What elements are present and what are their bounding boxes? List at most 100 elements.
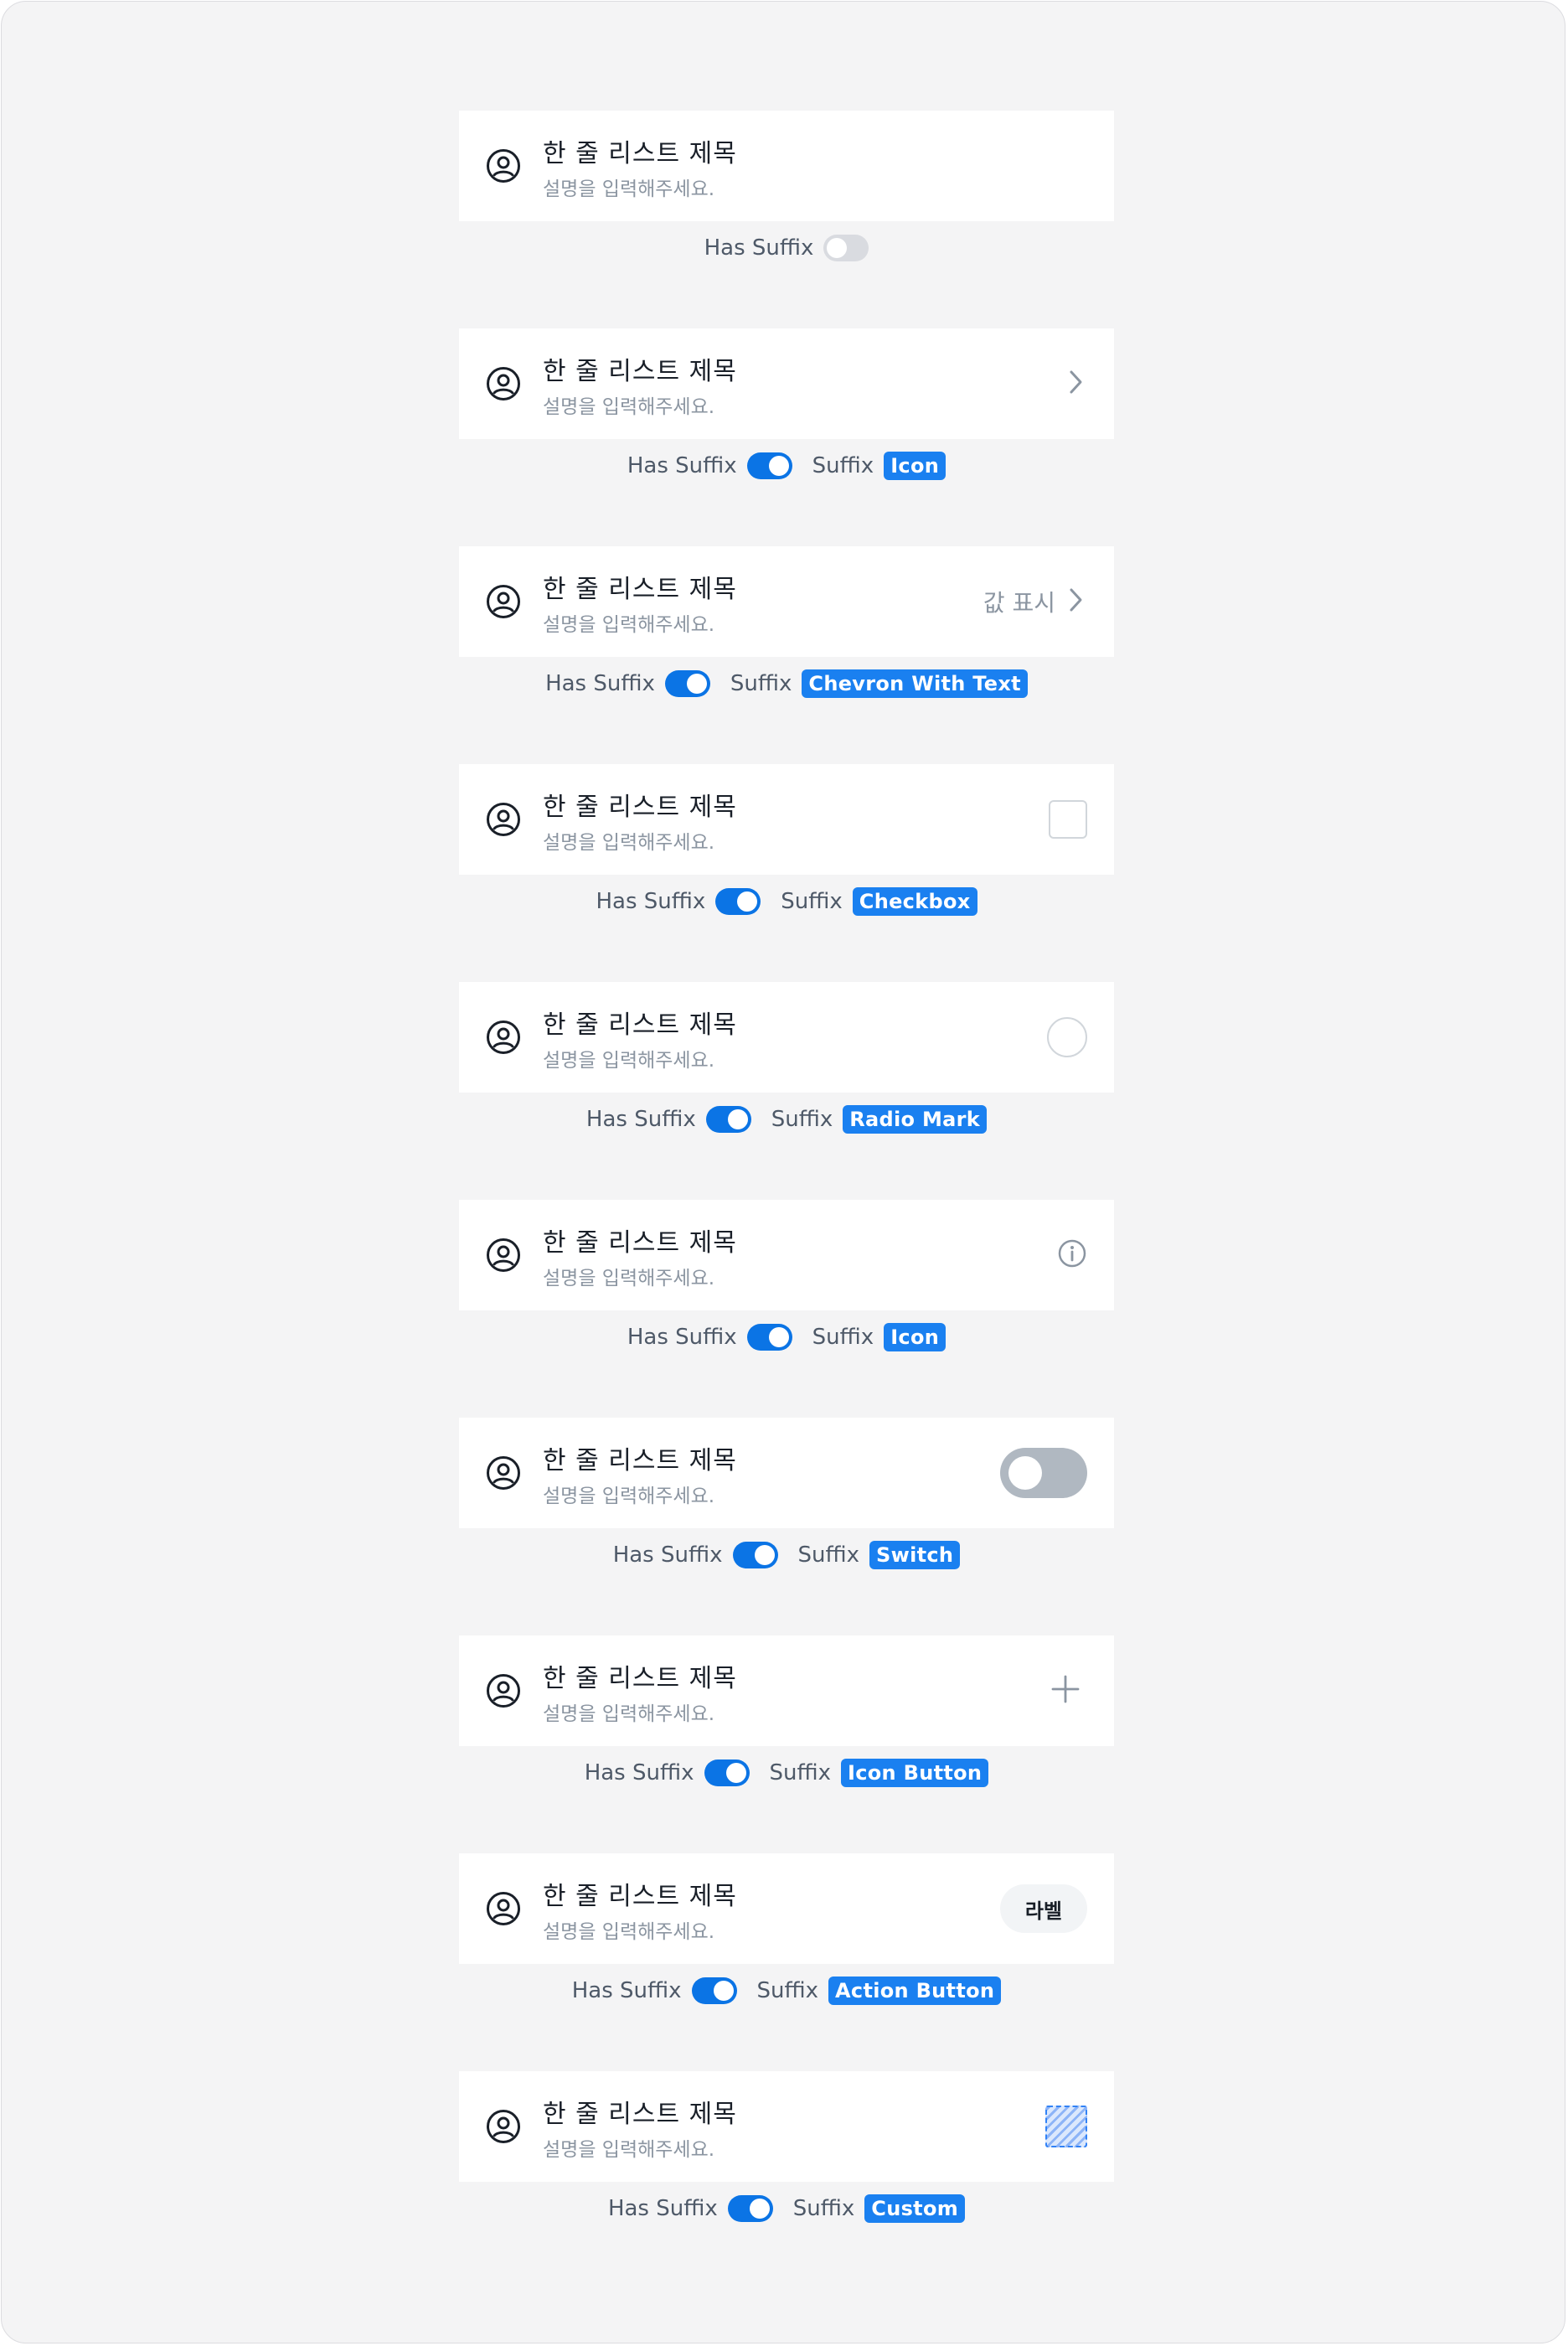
has-suffix-toggle[interactable] [664,670,710,697]
custom-suffix-placeholder [1045,2106,1087,2147]
list-item[interactable]: 한 줄 리스트 제목 설명을 입력해주세요. [459,2071,1114,2182]
list-item-example: 한 줄 리스트 제목 설명을 입력해주세요. Has Suffix Suffix Rad… [459,982,1114,1134]
list-item-example: 한 줄 리스트 제목 설명을 입력해주세요. 라벨 Has Suffix Suffix A… [459,1853,1114,2005]
list-item-title: 한 줄 리스트 제목 [543,793,737,822]
list-item-title: 한 줄 리스트 제목 [543,1228,737,1258]
suffix-label: Suffix [730,671,792,696]
suffix-checkbox[interactable] [1049,800,1087,839]
suffix-controls: Has Suffix Suffix Checkbox [459,878,1114,925]
has-suffix-toggle[interactable] [727,2195,773,2222]
has-suffix-toggle[interactable] [732,1542,778,1568]
list-item-description: 설명을 입력해주세요. [543,1268,715,1289]
toggle-knob [686,674,707,694]
info-icon[interactable] [1057,1238,1087,1272]
list-item-suffix [1045,2071,1087,2182]
toggle-knob [768,1327,789,1347]
list-item-suffix: 값 표시 [983,546,1087,657]
has-suffix-toggle[interactable] [705,1106,751,1133]
list-item[interactable]: 한 줄 리스트 제목설명을 입력해주세요. [459,764,1114,875]
suffix-label: Suffix [797,1542,860,1568]
list-item-example: 한 줄 리스트 제목 설명을 입력해주세요. Has Suffix Suffix Ico… [459,1635,1114,1787]
has-suffix-toggle[interactable] [715,888,761,915]
suffix-type-badge[interactable]: Chevron With Text [802,669,1028,698]
list-item-showcase: 한 줄 리스트 제목 설명을 입력해주세요. Has Suffix 한 줄 리스트 제… [2,2,1565,2343]
has-suffix-label: Has Suffix [545,671,655,696]
list-item-example: 한 줄 리스트 제목설명을 입력해주세요. Has Suffix Suffix Che… [459,764,1114,916]
list-item-suffix [1049,764,1087,875]
list-item[interactable]: 한 줄 리스트 제목 설명을 입력해주세요. 라벨 [459,1853,1114,1964]
suffix-type-badge[interactable]: Switch [869,1541,961,1569]
suffix-type-badge[interactable]: Checkbox [852,887,977,916]
user-circle-icon [486,2109,521,2144]
list-item-title: 한 줄 리스트 제목 [543,1664,737,1693]
list-item-title: 한 줄 리스트 제목 [543,575,737,604]
suffix-controls: Has Suffix Suffix Action Button [459,1967,1114,2014]
canvas-frame: 한 줄 리스트 제목 설명을 입력해주세요. Has Suffix 한 줄 리스트 제… [1,1,1565,2343]
list-item-description: 설명을 입력해주세요. [543,832,715,854]
suffix-controls: Has Suffix Suffix Switch [459,1532,1114,1579]
suffix-label: Suffix [771,1107,833,1132]
list-item-example: 한 줄 리스트 제목 설명을 입력해주세요. Has Suffix Suffix Swi… [459,1418,1114,1569]
suffix-type-badge[interactable]: Radio Mark [843,1105,988,1134]
toggle-knob [749,2199,770,2219]
list-item-suffix [1057,1200,1087,1310]
has-suffix-toggle[interactable] [746,1324,792,1351]
user-circle-icon [486,584,521,619]
user-circle-icon [486,1891,521,1926]
list-item[interactable]: 한 줄 리스트 제목 설명을 입력해주세요. [459,328,1114,439]
list-item-title: 한 줄 리스트 제목 [543,2100,737,2129]
list-item-title: 한 줄 리스트 제목 [543,139,737,168]
suffix-controls: Has Suffix [459,225,1114,271]
has-suffix-toggle[interactable] [704,1760,750,1786]
list-item[interactable]: 한 줄 리스트 제목 설명을 입력해주세요. [459,982,1114,1093]
suffix-label: Suffix [769,1760,832,1785]
suffix-type-badge[interactable]: Custom [864,2194,966,2223]
list-item[interactable]: 한 줄 리스트 제목 설명을 입력해주세요. 값 표시 [459,546,1114,657]
has-suffix-toggle[interactable] [823,235,869,261]
action-button[interactable]: 라벨 [999,1884,1087,1933]
suffix-radio[interactable] [1047,1017,1087,1057]
has-suffix-toggle[interactable] [746,452,792,479]
list-item-example: 한 줄 리스트 제목설명을 입력해주세요. Has Suffix [459,111,1114,261]
suffix-label: Suffix [756,1978,819,2003]
suffix-type-badge[interactable]: Action Button [828,1977,1002,2005]
suffix-type-badge[interactable]: Icon Button [841,1759,989,1787]
suffix-label: Suffix [781,889,843,914]
user-circle-icon [486,1455,521,1491]
plus-icon-button[interactable] [1050,1674,1081,1708]
user-circle-icon [486,366,521,401]
plus-icon [1050,1675,1081,1708]
has-suffix-label: Has Suffix [704,235,814,261]
toggle-knob [727,1109,748,1129]
list-item-description: 설명을 입력해주세요. [543,1486,715,1507]
has-suffix-toggle[interactable] [691,1977,737,2004]
list-item-title: 한 줄 리스트 제목 [543,357,737,386]
suffix-type-badge[interactable]: Icon [884,1323,946,1351]
user-circle-icon [486,148,521,183]
user-circle-icon [486,1673,521,1708]
suffix-controls: Has Suffix Suffix Chevron With Text [459,660,1114,707]
chevron-right-icon[interactable] [1064,367,1087,400]
list-item[interactable]: 한 줄 리스트 제목설명을 입력해주세요. [459,1635,1114,1746]
suffix-value-text: 값 표시 [983,589,1055,617]
list-item-example: 한 줄 리스트 제목 설명을 입력해주세요. 값 표시 Has Suffix Suffi… [459,546,1114,698]
suffix-controls: Has Suffix Suffix Icon Button [459,1749,1114,1796]
list-item-description: 설명을 입력해주세요. [543,178,715,200]
chevron-right-icon[interactable] [1064,585,1087,618]
list-item-title: 한 줄 리스트 제목 [543,1010,737,1040]
list-item-suffix [1000,1418,1087,1528]
toggle-knob [827,238,848,258]
suffix-type-badge[interactable]: Icon [884,452,946,480]
list-item[interactable]: 한 줄 리스트 제목설명을 입력해주세요. [459,1200,1114,1310]
list-item[interactable]: 한 줄 리스트 제목설명을 입력해주세요. [459,111,1114,221]
suffix-switch[interactable] [1000,1448,1087,1498]
has-suffix-label: Has Suffix [627,453,737,478]
suffix-controls: Has Suffix Suffix Custom [459,2185,1114,2232]
list-item-example: 한 줄 리스트 제목 설명을 입력해주세요. Has Suffix Suffix Cus… [459,2071,1114,2223]
list-item-suffix [1047,982,1087,1093]
list-item-example: 한 줄 리스트 제목 설명을 입력해주세요. Has Suffix Suffix Ico… [459,328,1114,480]
list-item-description: 설명을 입력해주세요. [543,1703,715,1725]
list-item[interactable]: 한 줄 리스트 제목 설명을 입력해주세요. [459,1418,1114,1528]
list-item-suffix [1064,328,1087,439]
has-suffix-label: Has Suffix [596,889,706,914]
